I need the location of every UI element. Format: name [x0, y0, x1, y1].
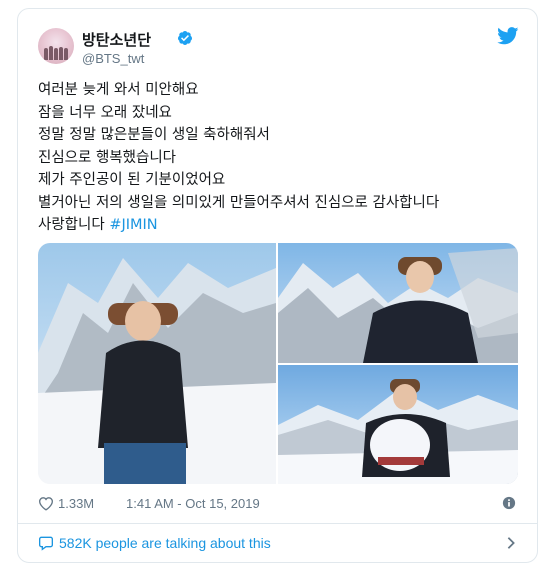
tweet-text: 여러분 늦게 와서 미안해요 잠을 너무 오래 잤네요 정말 정말 많은분들이 …: [38, 79, 528, 237]
photo-3[interactable]: [278, 365, 518, 484]
tweet-line: 잠을 너무 오래 잤네요: [38, 104, 172, 121]
tweet-line: 별거아닌 저의 생일을 의미있게 만들어주셔서 진심으로 감사합니다: [38, 194, 440, 211]
tweet-meta: 1.33M 1:41 AM - Oct 15, 2019: [38, 494, 518, 514]
talking-about-text[interactable]: 582K people are talking about this: [59, 535, 271, 551]
photo-1[interactable]: [38, 243, 276, 484]
chevron-right-icon[interactable]: [506, 536, 516, 550]
hashtag-link[interactable]: #JIMIN: [109, 217, 157, 233]
verified-badge-icon: [177, 31, 192, 45]
tweet-line: 사랑합니다: [38, 217, 105, 233]
tweet-line: 제가 주인공이 된 기분이었어요: [38, 172, 226, 188]
author-display-name[interactable]: 방탄소년단: [82, 29, 151, 50]
divider: [18, 523, 537, 524]
tweet-line: 여러분 늦게 와서 미안해요: [38, 82, 199, 98]
speech-bubble-icon: [39, 536, 53, 551]
tweet-line: 정말 정말 많은분들이 생일 축하해줘서: [38, 127, 270, 143]
info-icon[interactable]: [502, 496, 516, 510]
tweet-timestamp[interactable]: 1:41 AM - Oct 15, 2019: [126, 496, 260, 511]
tweet-card: 방탄소년단 @BTS_twt 여러분 늦게 와서 미안해요 잠을 너무 오래 잤…: [17, 8, 538, 563]
heart-icon[interactable]: [38, 496, 54, 511]
photo-grid: [38, 243, 518, 484]
tweet-header: 방탄소년단 @BTS_twt: [18, 9, 537, 71]
photo-2[interactable]: [278, 243, 518, 363]
like-count[interactable]: 1.33M: [58, 496, 94, 511]
talking-about-link[interactable]: 582K people are talking about this: [38, 531, 518, 557]
tweet-line: 진심으로 행복했습니다: [38, 149, 177, 166]
author-handle[interactable]: @BTS_twt: [82, 51, 144, 66]
twitter-bird-icon[interactable]: [497, 27, 519, 45]
tweet-line-last: 사랑합니다 #JIMIN: [38, 214, 528, 237]
avatar[interactable]: [38, 28, 74, 64]
